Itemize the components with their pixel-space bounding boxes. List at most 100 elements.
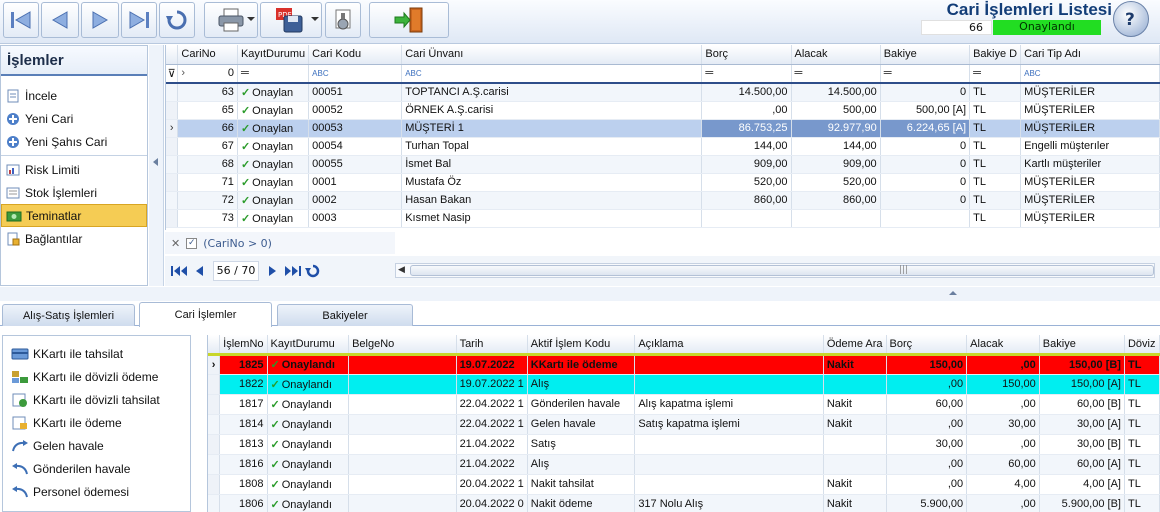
filter-enabled-checkbox[interactable]: ✓	[186, 237, 198, 249]
print-button[interactable]	[204, 2, 258, 38]
horizontal-splitter[interactable]	[0, 287, 1160, 301]
filter-alacak[interactable]: ═	[791, 64, 881, 84]
table-row[interactable]: 1822 ✓ Onaylandı 19.07.2022 1 Alış ,00 150,00 1…	[208, 374, 1160, 395]
collapse-left-icon	[153, 158, 158, 166]
col-header-borc[interactable]: Borç	[701, 45, 792, 65]
table-row[interactable]: 63 ✓ Onaylan 00051 TOPTANCI A.Ş.carisi 14.500…	[166, 83, 1160, 102]
col-header-bakiye[interactable]: Bakiye	[1039, 335, 1125, 355]
last-record-button[interactable]	[121, 2, 157, 38]
table-row[interactable]: 1813 ✓ Onaylandı 21.04.2022 Satış 30,00,00 30,…	[208, 434, 1160, 455]
sidebar-item-yeni-sahis-cari[interactable]: Yeni Şahıs Cari	[1, 130, 147, 153]
nav-next-icon[interactable]	[263, 262, 283, 280]
op-kkarti-dovizli-odeme[interactable]: KKartı ile dövizli ödeme	[3, 365, 190, 388]
col-header-tarih[interactable]: Tarih	[456, 335, 528, 355]
tab-cari-islemler[interactable]: Cari İşlemler	[139, 302, 272, 327]
table-row[interactable]: 1814 ✓ Onaylandı 22.04.2022 1 Gelen havale Sa…	[208, 414, 1160, 435]
nav-prev-icon[interactable]	[189, 262, 209, 280]
sidebar-item-risk-limiti[interactable]: Risk Limiti	[1, 158, 147, 181]
help-button[interactable]: ?	[1113, 1, 1149, 37]
exit-button[interactable]	[369, 2, 449, 38]
sidebar-item-label: Stok İşlemleri	[25, 185, 98, 200]
col-header-kayit-durumu[interactable]: KayıtDurumu	[237, 45, 310, 65]
col-header-islem-no[interactable]: İşlemNo	[219, 335, 268, 355]
risk-icon	[5, 162, 21, 178]
tab-alis-satis[interactable]: Alış-Satış İşlemleri	[2, 304, 135, 326]
table-row-selected[interactable]: › 66 ✓ Onaylan 00053 MÜŞTERİ 1 86.753,25 92.977…	[166, 119, 1160, 138]
col-header-cari-tip[interactable]: Cari Tip Adı	[1020, 45, 1160, 65]
horizontal-scrollbar[interactable]: ◀ |||	[395, 263, 1155, 278]
col-header-bakiye-d[interactable]: Bakiye D	[969, 45, 1022, 65]
op-gelen-havale[interactable]: Gelen havale	[3, 434, 190, 457]
clear-filter-icon[interactable]: ✕	[171, 237, 180, 250]
table-row[interactable]: 67 ✓ Onaylan 00054 Turhan Topal 144,00 144,00 0…	[166, 137, 1160, 156]
sidebar-item-teminatlar[interactable]: Teminatlar	[1, 204, 147, 227]
op-personel-odemesi[interactable]: Personel ödemesi	[3, 480, 190, 503]
filter-cari-unvani[interactable]: ABC	[401, 64, 703, 84]
nav-refresh-icon[interactable]	[303, 262, 323, 280]
table-row[interactable]: 68 ✓ Onaylan 00055 İsmet Bal 909,00 909,00 0 TL K…	[166, 155, 1160, 174]
print-dropdown-icon[interactable]	[247, 17, 255, 21]
table-row[interactable]: 71 ✓ Onaylan 0001 Mustafa Öz 520,00 520,00 0 TL M…	[166, 173, 1160, 192]
refresh-button[interactable]	[159, 2, 195, 38]
settings-icon	[335, 9, 351, 30]
tab-bakiyeler[interactable]: Bakiyeler	[277, 304, 413, 326]
nav-first-icon[interactable]	[169, 262, 189, 280]
approved-check-icon: ✓	[270, 418, 280, 431]
approved-check-icon: ✓	[270, 438, 280, 451]
table-row-selected[interactable]: › 1825 ✓ Onaylandı 19.07.2022 KKartı ile ödem…	[208, 352, 1160, 375]
filter-cari-tip[interactable]: ABC	[1020, 64, 1160, 84]
col-header-kayit-durumu[interactable]: KayıtDurumu	[267, 335, 350, 355]
table-row[interactable]: 1816 ✓ Onaylandı 21.04.2022 Alış ,00 60,00 60,0…	[208, 454, 1160, 475]
pdf-save-button[interactable]: PDF	[260, 2, 322, 38]
op-kkarti-tahsilat[interactable]: KKartı ile tahsilat	[3, 342, 190, 365]
vertical-splitter[interactable]	[149, 45, 164, 286]
table-row[interactable]: 1808 ✓ Onaylandı 20.04.2022 1 Nakit tahsilat…	[208, 474, 1160, 495]
table-row[interactable]: 72 ✓ Onaylan 0002 Hasan Bakan 860,00 860,00 0 TL…	[166, 191, 1160, 210]
table-row[interactable]: 1806 ✓ Onaylandı 20.04.2022 0 Nakit ödeme 317…	[208, 494, 1160, 512]
next-record-icon	[92, 11, 109, 29]
col-header-alacak[interactable]: Alacak	[791, 45, 881, 65]
col-header-belge-no[interactable]: BelgeNo	[348, 335, 457, 355]
guarantee-icon	[6, 208, 22, 224]
pdf-dropdown-icon[interactable]	[311, 17, 319, 21]
sidebar-item-incele[interactable]: İncele	[1, 84, 147, 107]
filter-kayit-durumu[interactable]: ═	[237, 64, 310, 84]
col-header-cari-unvani[interactable]: Cari Ünvanı	[401, 45, 703, 65]
sidebar-item-label: İncele	[25, 88, 58, 103]
scroll-left-icon[interactable]: ◀	[398, 265, 405, 275]
filter-bakiye-d[interactable]: ═	[969, 64, 1022, 84]
op-kkarti-dovizli-tahsilat[interactable]: KKartı ile dövizli tahsilat	[3, 388, 190, 411]
col-header-aktif-islem-kodu[interactable]: Aktif İşlem Kodu	[527, 335, 636, 355]
scrollbar-thumb[interactable]: |||	[410, 265, 1154, 276]
table-row[interactable]: 1817 ✓ Onaylandı 22.04.2022 1 Gönderilen hav…	[208, 394, 1160, 415]
col-header-doviz[interactable]: Döviz	[1124, 335, 1160, 355]
table-row[interactable]: 65 ✓ Onaylan 00052 ÖRNEK A.Ş.carisi ,00 500,00…	[166, 101, 1160, 120]
filter-cari-kodu[interactable]: ABC	[308, 64, 403, 84]
table-row[interactable]: 73 ✓ Onaylan 0003 Kısmet Nasip TL MÜŞTERİLER	[166, 209, 1160, 228]
filter-expression[interactable]: (CariNo > 0)	[203, 237, 272, 250]
col-header-aciklama[interactable]: Açıklama	[634, 335, 824, 355]
op-gonderilen-havale[interactable]: Gönderilen havale	[3, 457, 190, 480]
filter-bakiye[interactable]: ═	[880, 64, 971, 84]
help-icon: ?	[1125, 10, 1135, 29]
col-header-cari-kodu[interactable]: Cari Kodu	[308, 45, 403, 65]
outgoing-transfer-icon	[11, 461, 29, 477]
filter-cari-no[interactable]: › 0	[177, 64, 238, 84]
settings-button[interactable]	[325, 2, 361, 38]
col-header-cari-no[interactable]: CariNo	[177, 45, 238, 65]
first-record-button[interactable]	[3, 2, 39, 38]
nav-last-icon[interactable]	[283, 262, 303, 280]
next-record-button[interactable]	[81, 2, 119, 38]
col-header-alacak[interactable]: Alacak	[966, 335, 1040, 355]
op-kkarti-odeme[interactable]: KKartı ile ödeme	[3, 411, 190, 434]
filter-row: ⊽ › 0 ═ ABC ABC ═ ═ ═ ═ ABC	[166, 64, 1160, 84]
sidebar-item-stok-islemleri[interactable]: Stok İşlemleri	[1, 181, 147, 204]
col-header-bakiye[interactable]: Bakiye	[880, 45, 971, 65]
sidebar-item-yeni-cari[interactable]: Yeni Cari	[1, 107, 147, 130]
approved-check-icon: ✓	[240, 140, 251, 153]
col-header-borc[interactable]: Borç	[886, 335, 968, 355]
previous-record-button[interactable]	[41, 2, 79, 38]
col-header-odeme-araci[interactable]: Ödeme Ara	[823, 335, 887, 355]
filter-borc[interactable]: ═	[701, 64, 792, 84]
sidebar-item-baglantilar[interactable]: Bağlantılar	[1, 227, 147, 250]
